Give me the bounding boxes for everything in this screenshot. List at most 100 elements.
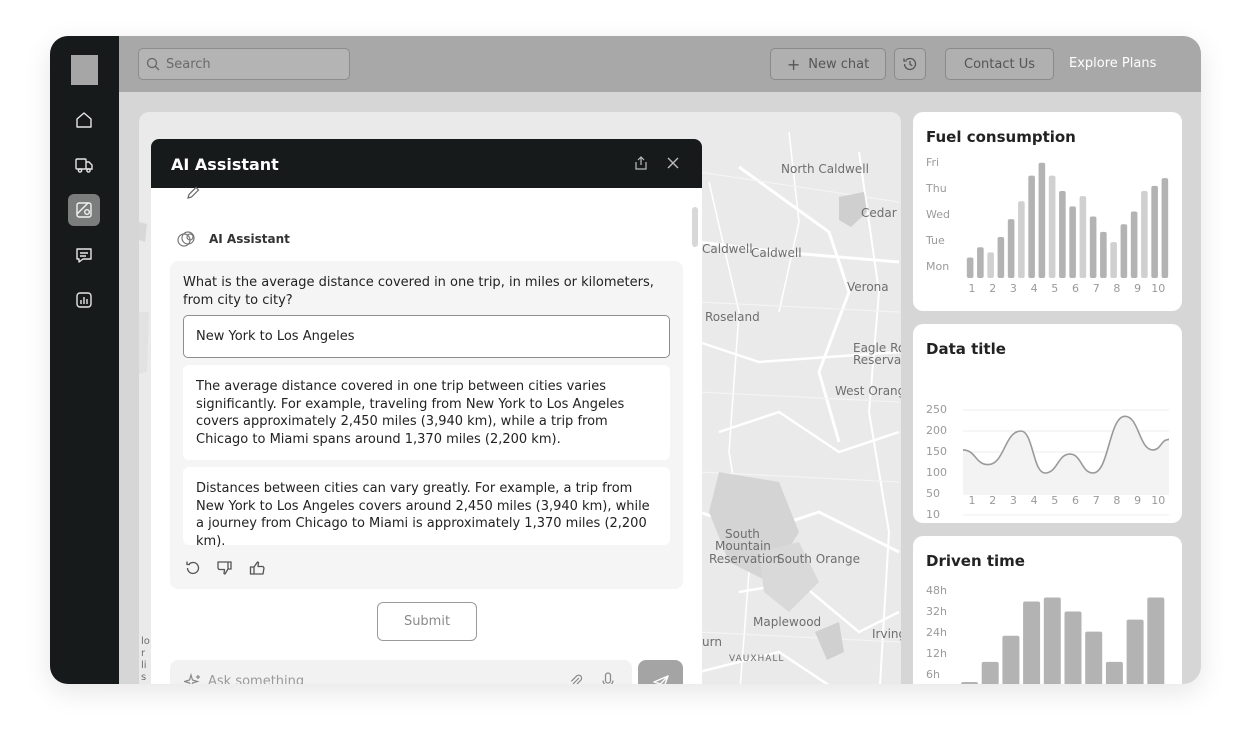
- x-tick-label: 1: [969, 494, 976, 507]
- bar: [997, 237, 1005, 278]
- chat-icon[interactable]: [68, 239, 100, 271]
- x-tick-label: 3: [1010, 282, 1017, 295]
- bar: [1100, 231, 1107, 278]
- y-tick-label: 150: [926, 445, 947, 458]
- bar: [1064, 611, 1082, 684]
- y-tick-label: Fri: [926, 156, 939, 169]
- x-tick-label: 10: [1151, 282, 1165, 295]
- response-option[interactable]: The average distance covered in one trip…: [183, 365, 670, 460]
- driven-time-card: Driven time 6h 12h 24h 32h 48h: [913, 536, 1182, 684]
- map-label: West Orang: [835, 384, 901, 398]
- bar: [1085, 631, 1103, 684]
- y-tick-label: Wed: [926, 208, 950, 221]
- x-tick-label: 2: [989, 282, 996, 295]
- pencil-icon[interactable]: [185, 185, 201, 201]
- bar: [981, 661, 999, 684]
- map-label: s: [141, 672, 147, 683]
- map-icon[interactable]: [68, 194, 100, 226]
- x-tick-label: 4: [1031, 282, 1038, 295]
- map-label: Caldwell: [751, 246, 802, 260]
- home-icon[interactable]: [68, 104, 100, 136]
- sparkle-icon: [184, 673, 200, 684]
- ask-box[interactable]: [170, 660, 632, 684]
- send-icon: [652, 674, 669, 684]
- x-tick-label: 8: [1113, 494, 1120, 507]
- bar: [1130, 211, 1138, 278]
- bar: [1043, 597, 1061, 684]
- bar: [1038, 162, 1046, 278]
- map-label: lo: [141, 636, 150, 647]
- bar: [1110, 242, 1117, 278]
- y-tick-label: 250: [926, 403, 947, 416]
- new-chat-button[interactable]: + New chat: [770, 48, 886, 80]
- x-tick-label: 2: [989, 494, 996, 507]
- response-option[interactable]: Distances between cities can vary greatl…: [183, 467, 670, 549]
- submit-button[interactable]: Submit: [377, 602, 477, 641]
- history-button[interactable]: [894, 48, 926, 80]
- bar: [1069, 206, 1076, 278]
- y-tick-label: 6h: [926, 668, 940, 681]
- scrollbar[interactable]: [692, 207, 698, 247]
- x-tick-label: 1: [969, 282, 976, 295]
- map-label: Reservation: [709, 552, 781, 566]
- regenerate-icon[interactable]: [184, 559, 202, 577]
- thumbs-down-icon[interactable]: [216, 559, 234, 577]
- map-label: Cedar: [861, 206, 897, 220]
- fuel-consumption-card: Fuel consumption Mon Tue Wed Thu Fri 1 2 3 4 5 6 7 8…: [913, 112, 1182, 311]
- fuel-consumption-chart: Mon Tue Wed Thu Fri 1 2 3 4 5 6 7 8 9 10: [925, 156, 1169, 295]
- y-tick-label: 32h: [926, 605, 947, 618]
- y-tick-label: 48h: [926, 584, 947, 597]
- contact-us-button[interactable]: Contact Us: [945, 48, 1054, 80]
- map-label: Caldwell: [702, 242, 753, 256]
- search-input[interactable]: [166, 56, 346, 72]
- explore-plans-link[interactable]: Explore Plans: [1069, 56, 1156, 71]
- x-tick-label: 8: [1113, 282, 1120, 295]
- map-label: Verona: [847, 280, 889, 294]
- bar: [977, 247, 984, 278]
- thumbs-up-icon[interactable]: [248, 559, 266, 577]
- bar: [1028, 175, 1035, 278]
- bar: [987, 252, 994, 278]
- data-title-chart: 10 50 100 150 200 250 1 2 3 4 5 6 7 8 9 10: [926, 403, 1170, 521]
- ai-assistant-panel: AI Assistant AI Assistant What is the av…: [151, 139, 702, 684]
- bar: [1007, 219, 1015, 278]
- ask-input[interactable]: [208, 674, 548, 684]
- x-tick-label: 7: [1093, 282, 1100, 295]
- share-icon[interactable]: [633, 155, 649, 171]
- x-tick-label: 5: [1051, 282, 1058, 295]
- bar: [1048, 175, 1056, 278]
- search-box[interactable]: [138, 48, 350, 80]
- bar: [1147, 597, 1165, 684]
- bar: [1002, 635, 1020, 684]
- truck-icon[interactable]: [68, 149, 100, 181]
- bar: [1120, 224, 1128, 278]
- y-tick-label: 50: [926, 487, 940, 500]
- map-label: North Caldwell: [781, 162, 869, 176]
- bar: [1126, 619, 1144, 684]
- assistant-header: AI Assistant: [151, 139, 702, 188]
- bar: [1151, 185, 1158, 278]
- bar: [1105, 661, 1123, 684]
- answer-input[interactable]: [183, 315, 670, 358]
- assistant-avatar-icon: [177, 231, 195, 247]
- x-tick-label: 7: [1093, 494, 1100, 507]
- new-chat-label: New chat: [808, 56, 870, 72]
- attachment-icon[interactable]: [568, 673, 584, 684]
- bar: [1059, 190, 1066, 278]
- map-label: South Orange: [777, 552, 861, 566]
- x-tick-label: 9: [1134, 282, 1141, 295]
- y-tick-label: 12h: [926, 647, 947, 660]
- data-title-card: Data title 10 50 100 150 200 250 1 2 3 4 5 6 7 8 9 10: [913, 324, 1182, 523]
- x-tick-label: 6: [1072, 282, 1079, 295]
- analytics-icon[interactable]: [68, 284, 100, 316]
- map-label: Reservat: [853, 353, 901, 367]
- map-label: Mountain: [715, 539, 771, 553]
- close-icon[interactable]: [665, 155, 681, 171]
- y-tick-label: 10: [926, 508, 940, 521]
- map-label: li: [141, 660, 147, 671]
- contact-us-label: Contact Us: [964, 56, 1035, 72]
- x-tick-label: 10: [1151, 494, 1165, 507]
- send-button[interactable]: [638, 660, 683, 684]
- microphone-icon[interactable]: [600, 672, 616, 684]
- assistant-title: AI Assistant: [171, 155, 279, 174]
